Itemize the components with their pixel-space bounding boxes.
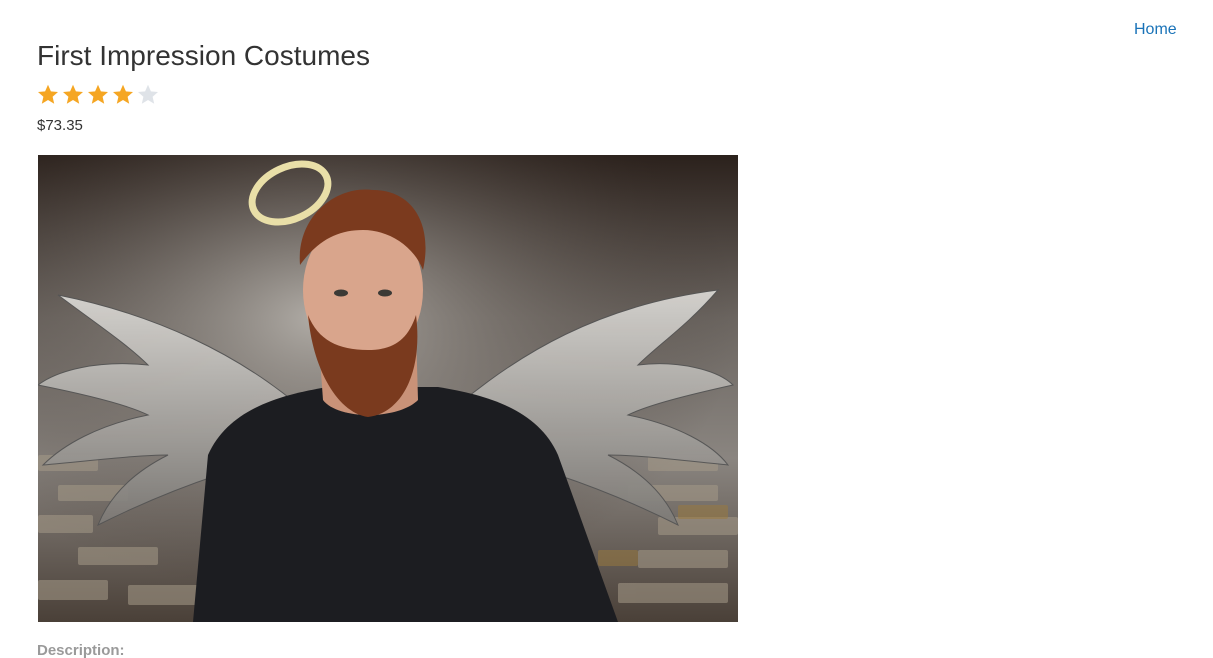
product-image[interactable] xyxy=(38,155,738,622)
product-price: $73.35 xyxy=(37,117,83,134)
product-photo-illustration xyxy=(38,155,738,622)
star-filled-icon xyxy=(113,84,133,104)
product-title: First Impression Costumes xyxy=(37,40,370,71)
star-filled-icon xyxy=(63,84,83,104)
star-filled-icon xyxy=(38,84,58,104)
star-rating xyxy=(36,83,160,106)
star-filled-icon xyxy=(88,84,108,104)
product-page: Home First Impression Costumes $73.35 De… xyxy=(0,0,1213,658)
home-link[interactable]: Home xyxy=(1134,21,1177,39)
star-empty-icon xyxy=(138,84,158,104)
description-label: Description: xyxy=(37,642,125,658)
